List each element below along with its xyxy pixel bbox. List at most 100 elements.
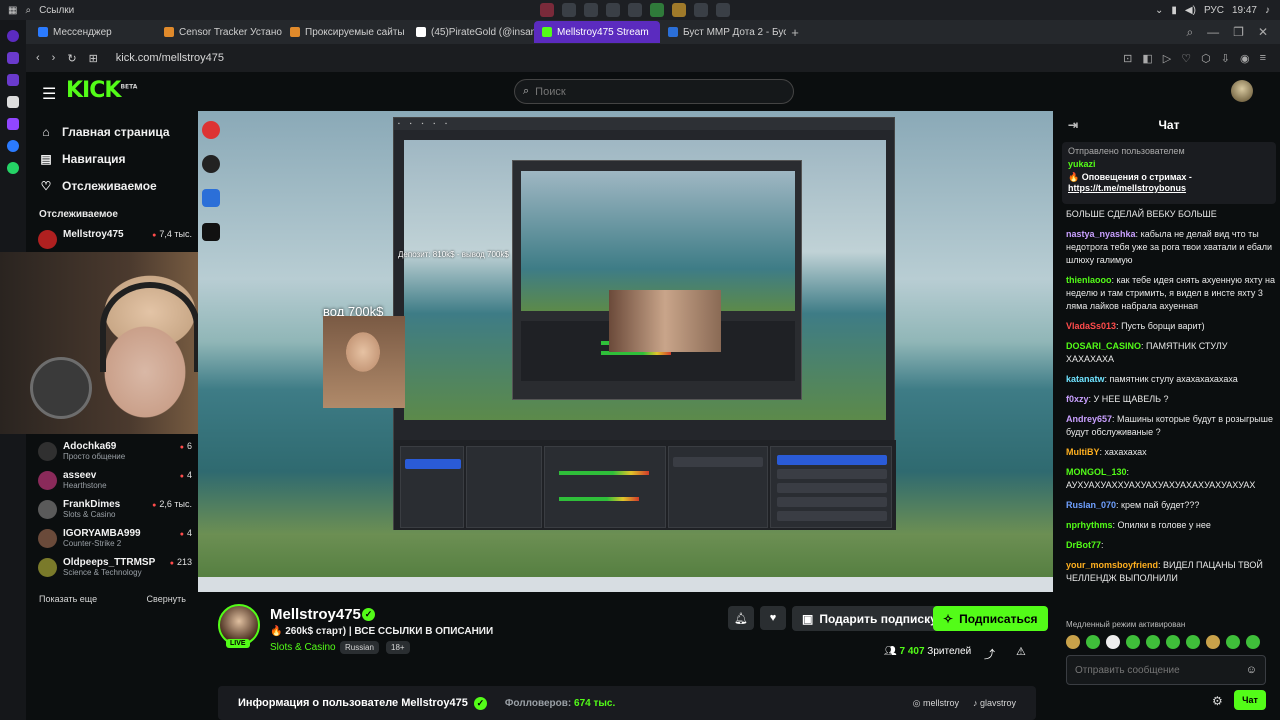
chat-username[interactable]: Ruslan_070 <box>1066 500 1116 510</box>
tab-active[interactable]: Mellstroy475 Stream <box>534 21 660 43</box>
app-icon[interactable] <box>7 162 19 174</box>
maximize-icon[interactable]: ❐ <box>1233 25 1244 40</box>
chat-input-box[interactable]: ☺ <box>1066 655 1266 685</box>
app-icon[interactable] <box>694 3 708 17</box>
close-icon[interactable]: ✕ <box>1258 25 1268 40</box>
search-input[interactable] <box>535 85 756 98</box>
app-icon[interactable] <box>540 3 554 17</box>
app-icon[interactable] <box>7 140 19 152</box>
sidebar-channel[interactable]: IGORYAMBA999Counter-Strike 2 4 <box>26 524 198 553</box>
nav-browse[interactable]: ▤ Навигация <box>26 145 198 172</box>
app-icon[interactable] <box>7 96 19 108</box>
chat-username[interactable]: nprhythms <box>1066 520 1113 530</box>
tab[interactable]: (45)PirateGold (@insane <box>408 21 534 43</box>
emote-icon[interactable] <box>1206 635 1220 649</box>
tag-language[interactable]: Russian <box>340 641 379 654</box>
download-icon[interactable]: ⇩ <box>1221 52 1230 65</box>
reload-icon[interactable]: ↻ <box>67 52 76 65</box>
emote-icon[interactable] <box>1086 635 1100 649</box>
emote-icon[interactable] <box>1246 635 1260 649</box>
back-icon[interactable]: ‹ <box>36 52 40 64</box>
hamburger-icon[interactable]: ☰ <box>42 84 56 104</box>
os-menu-label[interactable]: Ссылки <box>39 5 74 16</box>
app-icon[interactable] <box>7 52 19 64</box>
app-icon[interactable] <box>562 3 576 17</box>
tab[interactable]: Censor Tracker Установл <box>156 21 282 43</box>
bell-icon[interactable]: ♪ <box>1265 5 1270 16</box>
report-icon[interactable]: ⚠ <box>1016 645 1026 658</box>
kick-logo[interactable]: KICKBETA <box>66 78 137 103</box>
nav-following[interactable]: ♡ Отслеживаемое <box>26 172 198 199</box>
tab[interactable]: Буст MMP Дота 2 - Буст <box>660 21 786 43</box>
chat-username[interactable]: DOSARI_CASINO <box>1066 341 1141 351</box>
emote-icon[interactable] <box>1226 635 1240 649</box>
tiktok-link[interactable]: ♪ glavstroy <box>973 698 1016 709</box>
forward-icon[interactable]: › <box>52 52 56 64</box>
send-chat-button[interactable]: Чат <box>1234 690 1266 710</box>
app-icon[interactable] <box>628 3 642 17</box>
sidebar-channel[interactable]: FrankDimesSlots & Casino 2,6 тыс. <box>26 495 198 524</box>
chat-username[interactable]: your_momsboyfriend <box>1066 560 1158 570</box>
app-icon[interactable] <box>716 3 730 17</box>
chat-username[interactable]: Andrey657 <box>1066 414 1112 424</box>
chat-username[interactable]: DrBot77 <box>1066 540 1101 550</box>
emote-icon[interactable] <box>1186 635 1200 649</box>
extension-icon[interactable]: ◧ <box>1142 52 1152 65</box>
app-icon[interactable] <box>650 3 664 17</box>
sidebar-channel[interactable]: asseevHearthstone 4 <box>26 466 198 495</box>
nav-home[interactable]: ⌂ Главная страница <box>26 118 198 145</box>
tab[interactable]: Мессенджер <box>30 21 156 43</box>
tab[interactable]: Проксируемые сайты <box>282 21 408 43</box>
mic-icon[interactable]: ▮ <box>1171 5 1177 16</box>
emote-icon[interactable] <box>1106 635 1120 649</box>
pinned-message[interactable]: Отправлено пользователем yukazi 🔥 Оповещ… <box>1062 142 1276 204</box>
url-field[interactable]: kick.com/mellstroy475 <box>116 52 224 64</box>
emoji-icon[interactable]: ☺ <box>1246 664 1257 676</box>
app-icon[interactable] <box>7 118 19 130</box>
search-icon[interactable]: ⌕ <box>25 5 31 16</box>
pinned-user[interactable]: yukazi <box>1068 159 1270 169</box>
chat-username[interactable]: VladaSs013 <box>1066 321 1116 331</box>
emote-icon[interactable] <box>1066 635 1080 649</box>
video-player[interactable]: ▪ ▪ ▪ ▪ ▪ Депозит: 810k$ - вывод 700k$ в… <box>198 111 1053 592</box>
chat-username[interactable]: thienlaooo <box>1066 275 1112 285</box>
chat-username[interactable]: nastya_nyashka <box>1066 229 1136 239</box>
gear-icon[interactable]: ⚙ <box>1212 694 1223 708</box>
bookmark-icon[interactable]: ♡ <box>1181 52 1191 65</box>
app-icon[interactable] <box>7 30 19 42</box>
sidebar-channel[interactable]: Mellstroy475 7,4 тыс. <box>26 225 198 254</box>
app-icon[interactable] <box>606 3 620 17</box>
instagram-link[interactable]: ◎ mellstroy <box>913 698 959 709</box>
search-bar[interactable]: ⌕ <box>514 79 794 104</box>
chevron-down-icon[interactable]: ⌄ <box>1155 5 1163 16</box>
app-icon[interactable] <box>7 74 19 86</box>
share-icon[interactable]: ⤴ <box>984 646 995 662</box>
channel-name[interactable]: Mellstroy475 <box>270 606 361 623</box>
notifications-button[interactable]: 🔔︎ <box>728 606 754 630</box>
sidebar-channel[interactable]: Oldpeeps_TTRMSPScience & Technology 213 <box>26 553 198 582</box>
show-more-link[interactable]: Показать еще <box>39 594 97 604</box>
profile-icon[interactable]: ◉ <box>1240 52 1250 65</box>
tag-age[interactable]: 18+ <box>386 641 410 654</box>
pinned-link[interactable]: https://t.me/mellstroybonus <box>1068 183 1270 193</box>
subscribe-button[interactable]: ✧ Подписаться <box>933 606 1048 631</box>
chat-input[interactable] <box>1075 664 1246 676</box>
chat-username[interactable]: f0xzy <box>1066 394 1089 404</box>
chat-username[interactable]: katanatw <box>1066 374 1105 384</box>
emote-icon[interactable] <box>1166 635 1180 649</box>
extension-icon[interactable]: ⊡ <box>1123 52 1132 65</box>
emote-icon[interactable] <box>1126 635 1140 649</box>
category-link[interactable]: Slots & Casino <box>270 642 336 653</box>
extension-icon[interactable]: ▷ <box>1163 52 1171 65</box>
chat-username[interactable]: MONGOL_130 <box>1066 467 1127 477</box>
follow-button[interactable]: ♥ <box>760 606 786 630</box>
menu-icon[interactable]: ≡ <box>1260 52 1266 65</box>
emote-icon[interactable] <box>1146 635 1160 649</box>
apps-icon[interactable]: ▦ <box>8 5 17 16</box>
search-tabs-icon[interactable]: ⌕ <box>1186 25 1193 40</box>
site-info-icon[interactable]: ⊞ <box>89 52 98 65</box>
chat-username[interactable]: MultiBY <box>1066 447 1100 457</box>
collapse-link[interactable]: Свернуть <box>147 594 186 604</box>
new-tab-button[interactable]: + <box>786 25 804 40</box>
extensions-menu-icon[interactable]: ⬡ <box>1201 52 1211 65</box>
